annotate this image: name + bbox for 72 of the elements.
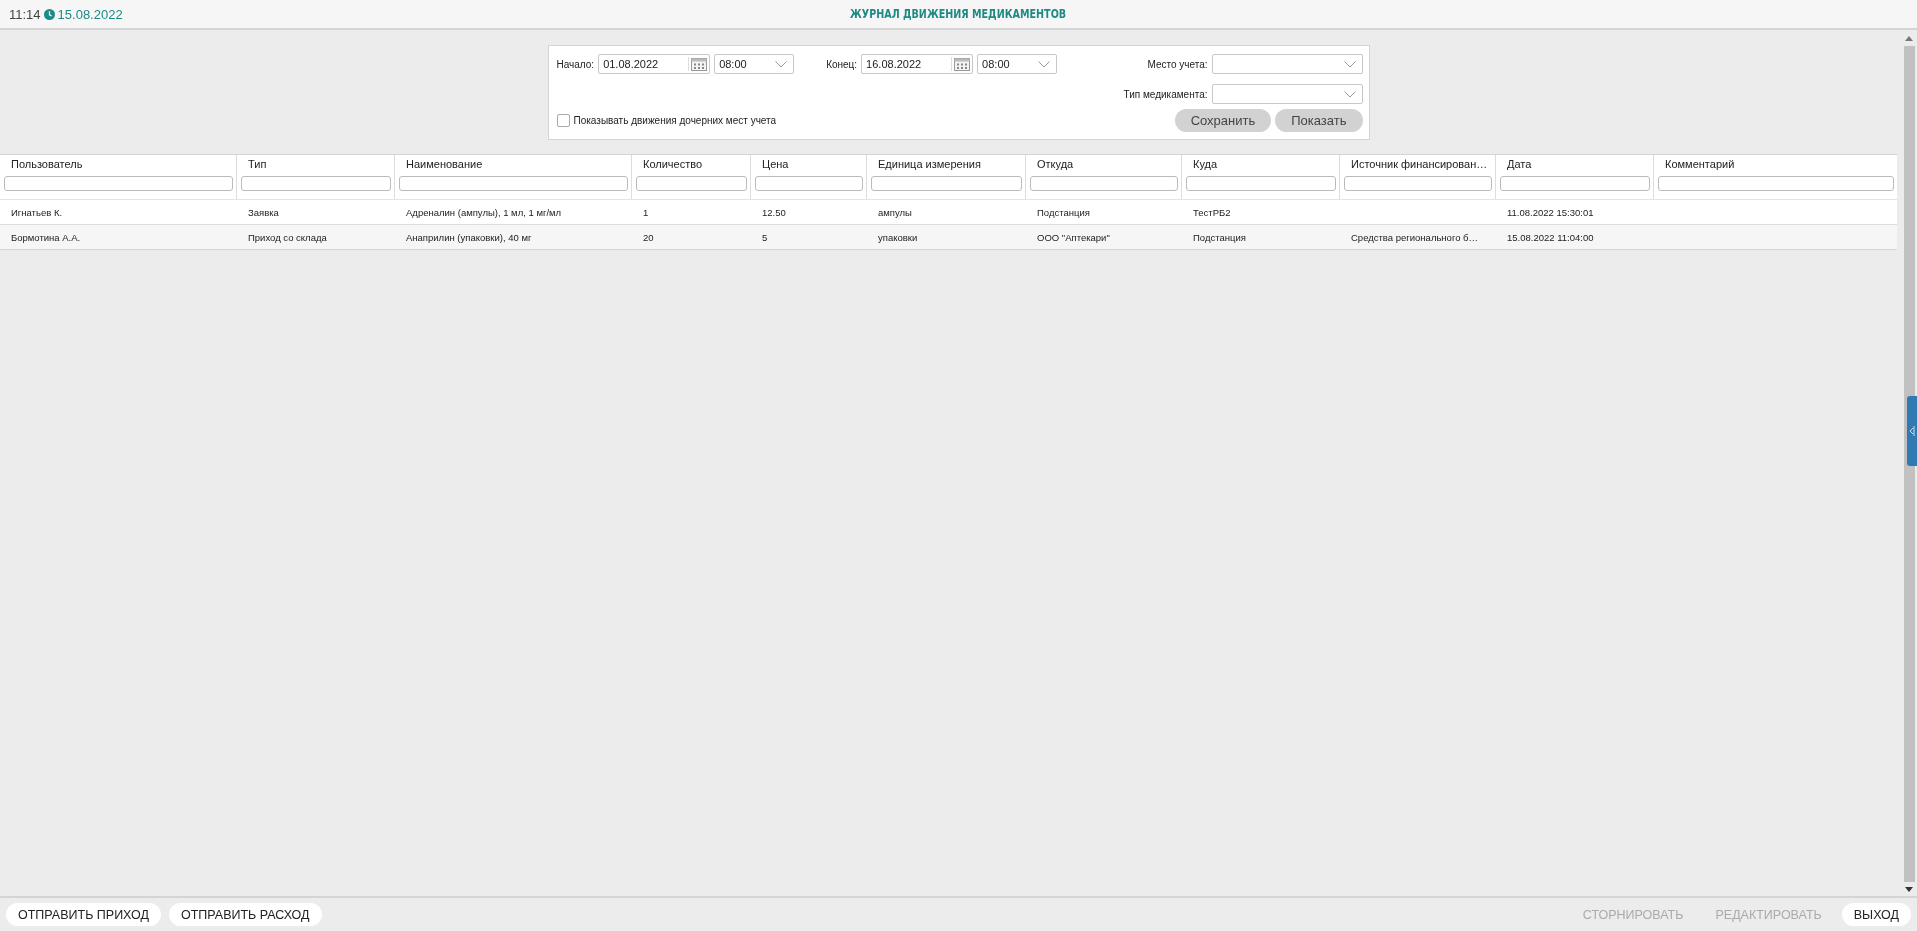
table-cell: 11.08.2022 15:30:01 [1507, 206, 1594, 218]
footer-button[interactable]: ВЫХОД [1841, 903, 1911, 926]
column-filter-field[interactable] [1186, 176, 1336, 191]
table-cell: 20 [643, 231, 654, 243]
column-filter-field[interactable] [1344, 176, 1492, 191]
medication-type-dropdown[interactable] [1211, 84, 1363, 104]
column-header[interactable]: Комментарий [1658, 158, 1894, 170]
column-filter-field[interactable] [1658, 176, 1894, 191]
action-button[interactable]: Сохранить [1174, 108, 1272, 132]
place-dropdown[interactable] [1211, 54, 1363, 74]
table-cell: упаковки [878, 231, 918, 243]
checkbox-label: Показывать движения дочерних мест учета [573, 114, 777, 126]
table-cell: Приход со склада [248, 231, 327, 243]
column-header[interactable]: Тип [241, 158, 391, 170]
calendar-icon[interactable] [951, 57, 973, 71]
table-cell: Адреналин (ампулы), 1 мл, 1 мг/мл [406, 206, 562, 218]
column-filter-field[interactable] [871, 176, 1022, 191]
table-cell: ампулы [878, 206, 912, 218]
time-dropdown[interactable]: 08:00 [714, 54, 795, 74]
chevron-down-icon [775, 60, 788, 68]
table-cell: Анаприлин (упаковки), 40 мг [406, 231, 532, 243]
table-cell: 12.50 [762, 206, 786, 218]
column-header[interactable]: Пользователь [4, 158, 233, 170]
field-label: Конец: [826, 58, 858, 70]
column-filter-field[interactable] [1500, 176, 1650, 191]
time-dropdown[interactable]: 08:00 [977, 54, 1058, 74]
checkbox[interactable] [556, 113, 570, 127]
table-cell: 5 [762, 231, 768, 243]
action-button[interactable]: Показать [1275, 108, 1363, 132]
footer-button[interactable]: ОТПРАВИТЬ РАСХОД [168, 903, 322, 926]
field-label: Начало: [556, 58, 595, 70]
side-panel-handle[interactable] [1907, 396, 1917, 466]
table-cell: ТестРБ2 [1193, 206, 1231, 218]
field-label: Тип медикамента: [1123, 88, 1208, 100]
date-text: 15.08.2022 [57, 6, 123, 22]
column-header[interactable]: Количество [636, 158, 747, 170]
column-filter-field[interactable] [755, 176, 863, 191]
chevron-down-icon [1038, 60, 1051, 68]
table-cell: Игнатьев К. [11, 206, 63, 218]
column-header[interactable]: Источник финансирован… [1344, 158, 1492, 170]
chevron-down-icon [1343, 90, 1356, 98]
column-filter-field[interactable] [4, 176, 233, 191]
column-header[interactable]: Куда [1186, 158, 1336, 170]
collapse-icon[interactable] [1909, 426, 1915, 436]
column-header[interactable]: Наименование [399, 158, 628, 170]
column-header[interactable]: Откуда [1030, 158, 1178, 170]
column-filter-field[interactable] [241, 176, 391, 191]
table-cell: Подстанция [1037, 206, 1090, 218]
column-filter-field[interactable] [1030, 176, 1178, 191]
column-header[interactable]: Дата [1500, 158, 1650, 170]
field-label: Место учета: [1147, 58, 1208, 70]
table-cell: Заявка [248, 206, 279, 218]
column-filter-field[interactable] [636, 176, 747, 191]
page-title: ЖУРНАЛ ДВИЖЕНИЯ МЕДИКАМЕНТОВ [850, 7, 1067, 21]
scroll-up-icon[interactable] [1905, 36, 1913, 41]
column-header[interactable]: Цена [755, 158, 863, 170]
chevron-down-icon [1343, 60, 1356, 68]
clock-icon [43, 8, 55, 20]
date-field[interactable]: 16.08.2022 [861, 54, 974, 74]
footer-button[interactable]: ОТПРАВИТЬ ПРИХОД [6, 903, 161, 926]
column-filter-field[interactable] [399, 176, 628, 191]
table-cell: Средства регионального б… [1351, 231, 1479, 243]
calendar-icon[interactable] [688, 57, 710, 71]
table-cell: Бормотина А.А. [11, 231, 81, 243]
table-cell: ООО "Аптекари" [1037, 231, 1110, 243]
date-field[interactable]: 01.08.2022 [598, 54, 711, 74]
table-cell: 1 [643, 206, 649, 218]
time-text: 11:14 [9, 6, 41, 22]
table-cell: 15.08.2022 11:04:00 [1507, 231, 1594, 243]
table-cell: Подстанция [1193, 231, 1246, 243]
column-header[interactable]: Единица измерения [871, 158, 1022, 170]
scroll-down-icon[interactable] [1905, 887, 1913, 892]
